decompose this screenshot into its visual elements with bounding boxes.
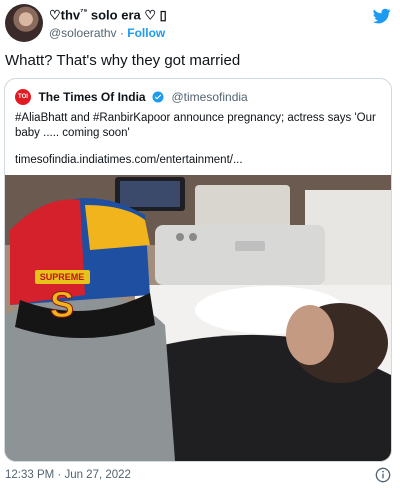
twitter-bird-icon[interactable] [372,7,392,25]
display-name-glyph: ▯ [159,7,167,23]
tweet-text: Whatt? That's why they got married [5,52,241,69]
user-names: ♡thv⁷⁹ solo era ♡ ▯ @soloerathv · Follow [49,7,167,40]
display-name-suffix: solo era ♡ [87,7,160,23]
quoted-tweet-text: #AliaBhatt and #RanbirKapoor announce pr… [15,112,376,139]
cap-letter: S [50,284,74,325]
tweet-timestamp[interactable]: 12:33 PM · Jun 27, 2022 [5,469,131,481]
user-handle[interactable]: @soloerathv [49,26,117,40]
follow-button[interactable]: Follow [127,26,165,40]
avatar[interactable] [5,4,43,42]
quoted-account-name[interactable]: The Times Of India [38,90,145,104]
quoted-tweet-link[interactable]: timesofindia.indiatimes.com/entertainmen… [15,154,243,166]
tweet-footer: 12:33 PM · Jun 27, 2022 [5,467,391,483]
quoted-tweet-header: TOI The Times Of India @timesofindia [15,88,248,106]
cap-text: SUPREME [40,272,85,282]
toi-logo: TOI [15,88,31,105]
display-name[interactable]: ♡thv⁷⁹ solo era ♡ ▯ [49,7,167,23]
quoted-tweet-photo[interactable]: SUPREME S [5,175,391,461]
tweet-header: ♡thv⁷⁹ solo era ♡ ▯ @soloerathv · Follow [5,4,395,42]
handle-row: @soloerathv · Follow [49,26,167,40]
info-icon[interactable] [375,467,391,483]
quoted-account-handle[interactable]: @timesofindia [172,90,248,104]
verified-badge-icon [152,91,164,103]
handle-separator: · [119,26,124,41]
tweet: ♡thv⁷⁹ solo era ♡ ▯ @soloerathv · Follow… [0,0,400,491]
display-name-text: ♡thv [49,7,81,23]
quoted-tweet-card[interactable]: TOI The Times Of India @timesofindia #Al… [4,78,392,462]
photo-illustration: SUPREME S [5,175,391,461]
